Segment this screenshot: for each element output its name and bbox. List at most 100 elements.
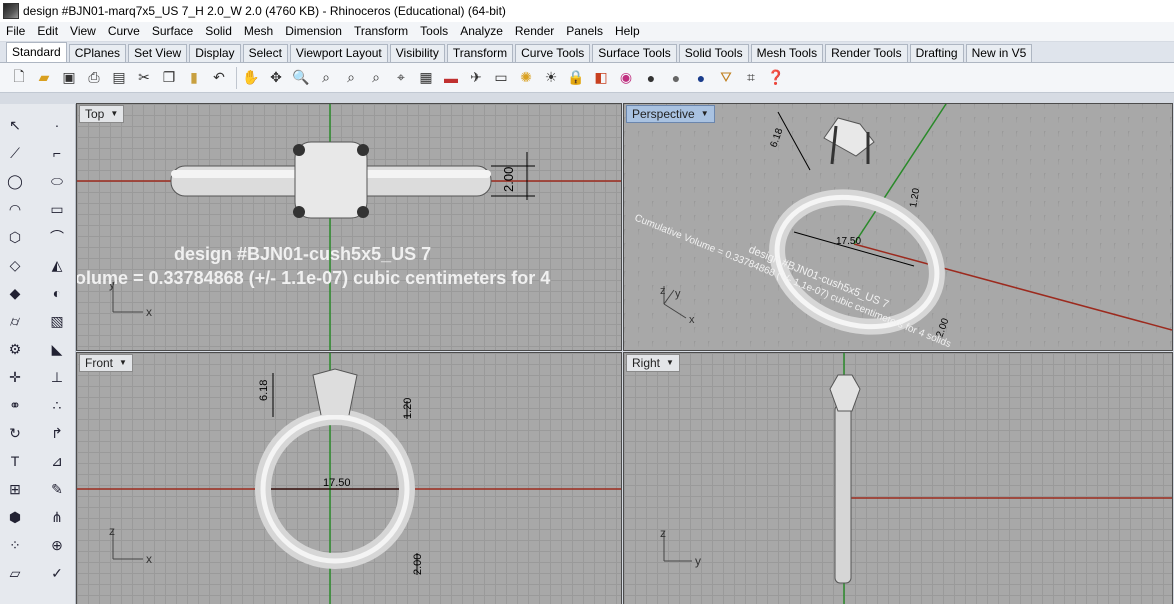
cube-icon[interactable]: ⬢ (4, 506, 26, 528)
material-sphere-icon[interactable]: ● (690, 67, 712, 89)
viewport-label-perspective[interactable]: Perspective ▼ (626, 105, 715, 123)
save-icon[interactable]: ▣ (58, 67, 80, 89)
viewport-perspective[interactable]: 6.18 1.20 17.50 2.00 design #BJN01-cush5… (623, 103, 1173, 351)
help-icon[interactable]: ❓ (765, 67, 787, 89)
move-icon[interactable]: ✛ (4, 366, 26, 388)
properties-icon[interactable]: ⊕ (46, 534, 68, 556)
menu-edit[interactable]: Edit (31, 22, 64, 41)
plane-icon[interactable]: ✈ (465, 67, 487, 89)
tab-drafting[interactable]: Drafting (909, 44, 964, 62)
edit-points-icon[interactable]: ✎ (46, 478, 68, 500)
ellipse-icon[interactable]: ⬭ (46, 170, 68, 192)
grip-icon[interactable]: ⌗ (740, 67, 762, 89)
menu-solid[interactable]: Solid (199, 22, 238, 41)
menu-help[interactable]: Help (609, 22, 646, 41)
tab-curve-tools[interactable]: Curve Tools (515, 44, 591, 62)
layers-icon[interactable]: ◧ (590, 67, 612, 89)
new-file-icon[interactable]: 🗋 (8, 67, 30, 89)
car-icon[interactable]: ▬ (440, 67, 462, 89)
import-icon[interactable]: ▤ (108, 67, 130, 89)
group-icon[interactable]: ⚭ (4, 394, 26, 416)
hatch-icon[interactable]: ⋔ (46, 506, 68, 528)
gear-icon[interactable]: ⚙ (4, 338, 26, 360)
truck-icon[interactable]: ▭ (490, 67, 512, 89)
dimension-icon[interactable]: ⊿ (46, 450, 68, 472)
zoom-target-icon[interactable]: ⌖ (390, 67, 412, 89)
open-file-icon[interactable]: ▰ (33, 67, 55, 89)
undo-icon[interactable]: ↶ (208, 67, 230, 89)
boolean-icon[interactable]: ◐ (46, 282, 68, 304)
surface-corner-icon[interactable]: ◇ (4, 254, 26, 276)
menu-tools[interactable]: Tools (414, 22, 454, 41)
filter-icon[interactable]: ⛛ (715, 67, 737, 89)
pan-hand-icon[interactable]: ✋ (240, 67, 262, 89)
viewport-label-top[interactable]: Top ▼ (79, 105, 125, 123)
scale-icon[interactable]: ⊥ (46, 366, 68, 388)
polyline-icon[interactable]: ⟋ (4, 142, 26, 164)
viewport-right[interactable]: y z Right ▼ (623, 352, 1173, 604)
viewport-label-right[interactable]: Right ▼ (626, 354, 680, 372)
four-viewports-icon[interactable]: ▦ (415, 67, 437, 89)
block-icon[interactable]: ⊞ (4, 478, 26, 500)
tab-select[interactable]: Select (242, 44, 288, 62)
menu-analyze[interactable]: Analyze (454, 22, 509, 41)
tab-surface-tools[interactable]: Surface Tools (592, 44, 677, 62)
zoom-selected-icon[interactable]: ⌕ (365, 67, 387, 89)
circle-icon[interactable]: ◯ (4, 170, 26, 192)
menu-dimension[interactable]: Dimension (279, 22, 348, 41)
viewport-front[interactable]: 6.18 1.20 17.50 2.00 x z Front ▼ (76, 352, 622, 604)
menu-view[interactable]: View (64, 22, 102, 41)
point-icon[interactable]: · (46, 114, 68, 136)
chevron-down-icon[interactable]: ▼ (119, 355, 127, 371)
tab-display[interactable]: Display (189, 44, 241, 62)
menu-panels[interactable]: Panels (560, 22, 609, 41)
orient-icon[interactable]: ↱ (46, 422, 68, 444)
tab-transform[interactable]: Transform (446, 44, 514, 62)
shade-sphere-icon[interactable]: ● (640, 67, 662, 89)
render-sphere-icon[interactable]: ● (665, 67, 687, 89)
cylinder-icon[interactable]: ⌭ (4, 310, 26, 332)
copy-icon[interactable]: ❐ (158, 67, 180, 89)
menu-render[interactable]: Render (509, 22, 560, 41)
tab-set-view[interactable]: Set View (128, 44, 188, 62)
viewport-top[interactable]: 2.00 x y design #BJN01-cush5x5_US 7 olum… (76, 103, 622, 351)
tab-standard[interactable]: Standard (6, 42, 67, 62)
select-arrow-icon[interactable]: ↖ (4, 114, 26, 136)
tab-viewport-layout[interactable]: Viewport Layout (289, 44, 388, 62)
menu-mesh[interactable]: Mesh (238, 22, 279, 41)
polygon-icon[interactable]: ⬡ (4, 226, 26, 248)
lock-icon[interactable]: 🔒 (565, 67, 587, 89)
menu-curve[interactable]: Curve (102, 22, 146, 41)
paste-icon[interactable]: ▮ (183, 67, 205, 89)
tab-cplanes[interactable]: CPlanes (68, 44, 127, 62)
menu-transform[interactable]: Transform (348, 22, 414, 41)
grid-icon[interactable]: ⁘ (4, 534, 26, 556)
menu-file[interactable]: File (0, 22, 31, 41)
box-solid-icon[interactable]: ◆ (4, 282, 26, 304)
tab-solid-tools[interactable]: Solid Tools (678, 44, 749, 62)
zoom-icon[interactable]: 🔍 (290, 67, 312, 89)
arc-icon[interactable]: ◠ (4, 198, 26, 220)
tab-mesh-tools[interactable]: Mesh Tools (750, 44, 824, 62)
light-spot-icon[interactable]: ◣ (46, 338, 68, 360)
light-icon[interactable]: ✺ (515, 67, 537, 89)
fillet-curve-icon[interactable]: ⌒ (46, 226, 68, 248)
flatten-icon[interactable]: ▱ (4, 562, 26, 584)
rectangle-icon[interactable]: ▭ (46, 198, 68, 220)
chevron-down-icon[interactable]: ▼ (666, 355, 674, 371)
control-point-curve-icon[interactable]: ⌐ (46, 142, 68, 164)
tab-render-tools[interactable]: Render Tools (825, 44, 908, 62)
extrude-curve-icon[interactable]: ◭ (46, 254, 68, 276)
print-icon[interactable]: ⎙ (83, 67, 105, 89)
check-icon[interactable]: ✓ (46, 562, 68, 584)
cut-icon[interactable]: ✂ (133, 67, 155, 89)
array-icon[interactable]: ∴ (46, 394, 68, 416)
chevron-down-icon[interactable]: ▼ (701, 106, 709, 122)
tab-visibility[interactable]: Visibility (389, 44, 445, 62)
rotate-view-icon[interactable]: ✥ (265, 67, 287, 89)
bulb-icon[interactable]: ☀ (540, 67, 562, 89)
mesh-icon[interactable]: ▧ (46, 310, 68, 332)
tab-new-in-v5[interactable]: New in V5 (965, 44, 1033, 62)
chevron-down-icon[interactable]: ▼ (110, 106, 118, 122)
rotate-icon[interactable]: ↻ (4, 422, 26, 444)
